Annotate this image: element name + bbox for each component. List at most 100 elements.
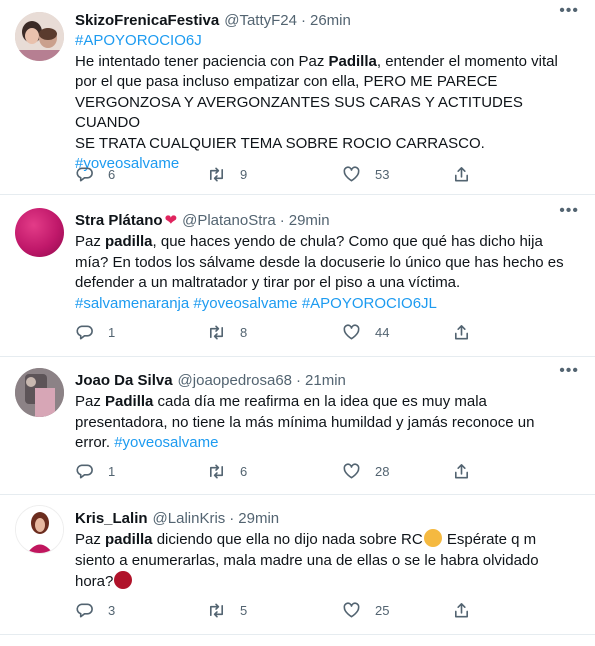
highlighted-term: padilla: [105, 531, 153, 548]
retweet-button[interactable]: 9: [207, 165, 247, 184]
user-handle[interactable]: @joaopedrosa68: [178, 372, 292, 389]
reply-icon: [76, 603, 93, 618]
tweet-text-line: presentadora, no tiene la más mínima hum…: [75, 413, 580, 434]
text-segment: cada día me reafirma en la idea que es m…: [153, 393, 487, 410]
heart-icon: [343, 463, 360, 479]
reply-icon: [76, 325, 93, 340]
reply-button[interactable]: 1: [75, 462, 115, 481]
timestamp[interactable]: 29min: [238, 510, 279, 527]
reply-icon: [76, 167, 93, 182]
hashtag-link[interactable]: #salvamenaranja: [75, 295, 189, 312]
tweet-text-line: Paz Padilla cada día me reafirma en la i…: [75, 392, 580, 413]
tweet-text-line: VERGONZOSA Y AVERGONZANTES SUS CARAS Y A…: [75, 93, 580, 134]
timestamp[interactable]: 29min: [289, 212, 330, 229]
hashtag-link[interactable]: #APOYOROCIO6J: [75, 32, 202, 49]
text-segment: error.: [75, 434, 115, 451]
tweet-header: Kris_Lalin @LalinKris · 29min: [75, 507, 575, 529]
retweet-button[interactable]: 5: [207, 601, 247, 620]
avatar[interactable]: [15, 505, 64, 554]
share-button[interactable]: [452, 462, 471, 481]
timestamp[interactable]: 21min: [305, 372, 346, 389]
retweet-count: 6: [240, 464, 248, 479]
tweet-text-line: Paz padilla diciendo que ella no dijo na…: [75, 529, 580, 551]
tweet-text: Paz Padilla cada día me reafirma en la i…: [75, 392, 580, 454]
avatar[interactable]: [15, 208, 64, 257]
tweet-text-line: defender a un maltratador y tirar por el…: [75, 273, 580, 294]
text-segment: Espérate q m: [442, 531, 537, 548]
text-segment: hora?: [75, 573, 114, 590]
heart-icon: [343, 602, 360, 618]
reply-button[interactable]: 3: [75, 601, 115, 620]
tweet-text-line: He intentado tener paciencia con Paz Pad…: [75, 52, 580, 73]
text-segment: diciendo que ella no dijo nada sobre RC: [152, 531, 423, 548]
retweet-button[interactable]: 8: [207, 323, 247, 342]
tweet-text-line: mía? En todos los sálvame desde la docus…: [75, 253, 580, 274]
display-name[interactable]: SkizoFrenicaFestiva: [75, 12, 219, 29]
tweet[interactable]: Joao Da Silva @joaopedrosa68 · 21min •••…: [0, 357, 595, 495]
text-segment: defender a un maltratador y tirar por el…: [75, 274, 461, 291]
text-segment: SE TRATA CUALQUIER TEMA SOBRE ROCIO CARR…: [75, 134, 485, 152]
user-handle[interactable]: @LalinKris: [153, 510, 226, 527]
retweet-icon: [209, 167, 224, 182]
text-segment: siento a enumerarlas, mala madre una de …: [75, 551, 539, 569]
tweet-text-line: hora?: [75, 571, 580, 593]
text-segment: VERGONZOSA Y AVERGONZANTES SUS CARAS Y A…: [75, 93, 523, 132]
retweet-count: 8: [240, 325, 248, 340]
like-count: 28: [375, 464, 390, 479]
tweet-text-line: siento a enumerarlas, mala madre una de …: [75, 551, 580, 572]
share-button[interactable]: [452, 323, 471, 342]
text-segment: , que haces yendo de chula? Como que qué…: [152, 233, 543, 250]
reply-count: 1: [108, 325, 116, 340]
like-button[interactable]: 44: [342, 323, 389, 342]
tweet-text: Paz padilla, que haces yendo de chula? C…: [75, 232, 580, 314]
highlighted-term: Padilla: [328, 52, 377, 70]
display-name[interactable]: Joao Da Silva: [75, 372, 173, 389]
timestamp[interactable]: 26min: [310, 12, 351, 29]
like-button[interactable]: 28: [342, 462, 389, 481]
display-name[interactable]: Kris_Lalin: [75, 510, 148, 527]
avatar[interactable]: [15, 368, 64, 417]
hashtag-link[interactable]: #yoveosalvame: [193, 295, 297, 312]
share-button[interactable]: [452, 601, 471, 620]
separator-dot: ·: [279, 211, 285, 229]
like-button[interactable]: 53: [342, 165, 389, 184]
share-icon: [454, 325, 469, 340]
share-icon: [454, 167, 469, 182]
like-button[interactable]: 25: [342, 601, 389, 620]
tweet-text: Paz padilla diciendo que ella no dijo na…: [75, 529, 580, 593]
tweet[interactable]: Kris_Lalin @LalinKris · 29min Paz padill…: [0, 495, 595, 635]
separator-dot: ·: [296, 371, 302, 389]
more-horizontal-icon[interactable]: •••: [559, 362, 579, 380]
reply-count: 6: [108, 167, 116, 182]
text-segment: presentadora, no tiene la más mínima hum…: [75, 413, 535, 431]
tweet-header: Stra Plátano ❤ @PlatanoStra · 29min: [75, 209, 575, 231]
action-bar: 1 8 44: [75, 323, 495, 343]
highlighted-term: Padilla: [105, 393, 154, 410]
user-handle[interactable]: @PlatanoStra: [182, 212, 276, 229]
tweet[interactable]: SkizoFrenicaFestiva @TattyF24 · 26min ••…: [0, 0, 595, 195]
like-count: 25: [375, 603, 390, 618]
user-handle[interactable]: @TattyF24: [224, 12, 297, 29]
tweet-header: SkizoFrenicaFestiva @TattyF24 · 26min: [75, 9, 575, 31]
reply-button[interactable]: 1: [75, 323, 115, 342]
retweet-button[interactable]: 6: [207, 462, 247, 481]
more-horizontal-icon[interactable]: •••: [559, 202, 579, 220]
reply-button[interactable]: 6: [75, 165, 115, 184]
retweet-icon: [209, 464, 224, 479]
retweet-count: 9: [240, 167, 248, 182]
more-horizontal-icon[interactable]: •••: [559, 2, 579, 20]
separator-dot: ·: [229, 509, 235, 527]
share-button[interactable]: [452, 165, 471, 184]
retweet-icon: [209, 325, 224, 340]
display-name[interactable]: Stra Plátano: [75, 212, 163, 229]
action-bar: 1 6 28: [75, 462, 495, 482]
hashtag-link[interactable]: #APOYOROCIO6JL: [302, 295, 437, 312]
heart-icon: [343, 324, 360, 340]
text-segment: He intentado tener paciencia con Paz: [75, 52, 329, 70]
separator-dot: ·: [301, 11, 306, 29]
hashtag-link[interactable]: #yoveosalvame: [114, 434, 218, 451]
tweet[interactable]: Stra Plátano ❤ @PlatanoStra · 29min ••• …: [0, 195, 595, 357]
avatar[interactable]: [15, 12, 64, 61]
highlighted-term: padilla: [105, 233, 153, 250]
tweet-text-line: #APOYOROCIO6J: [75, 31, 580, 52]
